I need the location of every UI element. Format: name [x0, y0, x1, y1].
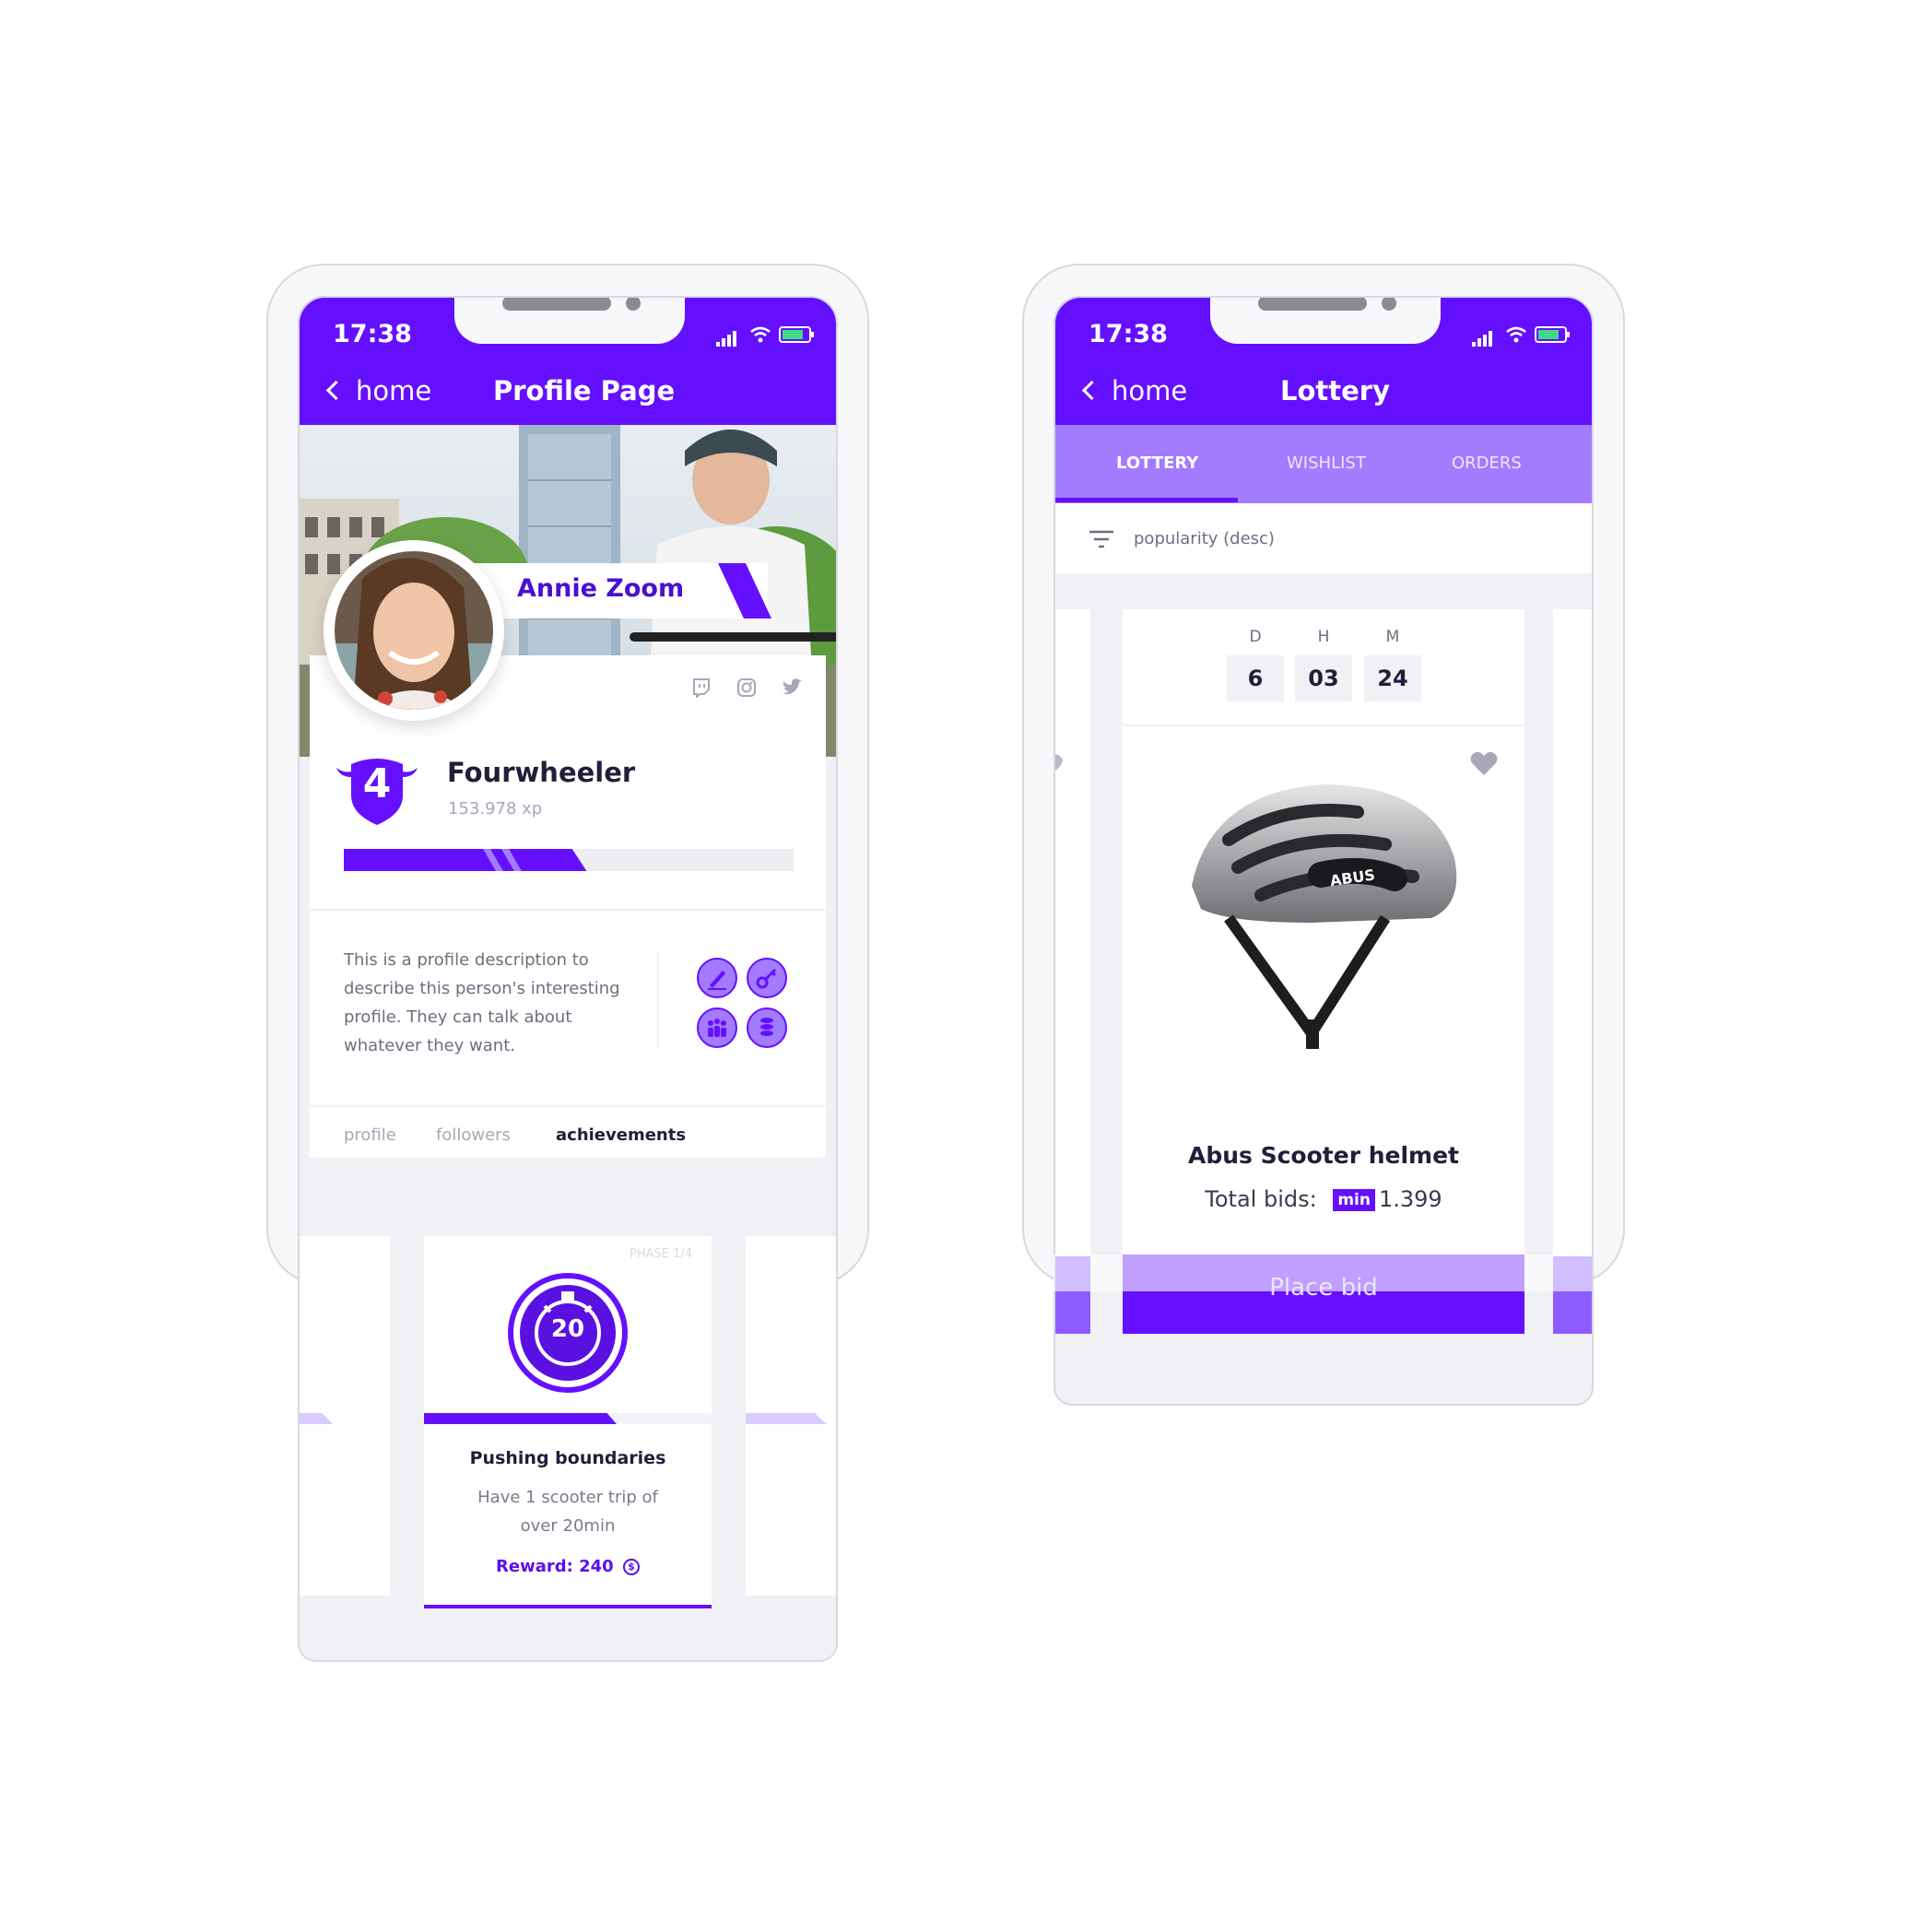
back-button[interactable]: home	[1081, 375, 1188, 406]
status-time: 17:38	[1089, 320, 1168, 348]
tab-followers[interactable]: followers	[436, 1125, 511, 1145]
coins-badge-icon[interactable]	[747, 1007, 787, 1048]
countdown-days: 6	[1227, 655, 1284, 701]
achievement-desc: Have 1 scooter trip of over 20min	[477, 1488, 658, 1536]
page-title: Lottery	[1280, 375, 1391, 406]
page-title: Profile Page	[493, 375, 676, 406]
heart-icon[interactable]	[1470, 751, 1498, 777]
countdown-m-label: M	[1385, 628, 1400, 646]
wifi-icon	[750, 326, 771, 343]
bids-value: 1.399	[1378, 1186, 1442, 1212]
achievement-progress-track	[424, 1413, 712, 1424]
divider	[310, 1105, 826, 1107]
coin-icon: $	[622, 1559, 640, 1575]
phase-label: PHASE 1/4	[630, 1247, 693, 1261]
countdown-d-label: D	[1249, 628, 1262, 646]
signal-icon	[1472, 329, 1494, 347]
lottery-screen: 17:38 home Lottery LOTTERY WISHLIST ORDE…	[1054, 296, 1592, 1404]
xp-value: 153.978 xp	[448, 799, 543, 819]
tab-orders[interactable]: ORDERS	[1452, 454, 1522, 473]
battery-icon	[779, 326, 814, 343]
key-badge-icon[interactable]	[747, 958, 787, 998]
filter-icon[interactable]	[1089, 529, 1114, 551]
tab-profile[interactable]: profile	[344, 1125, 396, 1145]
bids-label: Total bids:	[1205, 1186, 1317, 1212]
achievement-title: Pushing boundaries	[469, 1448, 666, 1468]
reward-label: Reward: 240	[496, 1557, 614, 1576]
level-number: 4	[362, 760, 392, 807]
product-card-left	[1054, 609, 1090, 1310]
twitch-icon[interactable]	[691, 677, 712, 698]
user-name: Annie Zoom	[517, 574, 685, 603]
side-bid-left	[1054, 1256, 1090, 1334]
min-badge: min	[1333, 1189, 1375, 1211]
countdown-minutes: 24	[1364, 655, 1421, 701]
back-button[interactable]: home	[325, 375, 432, 406]
status-icons	[716, 325, 818, 348]
bids-row: Total bids: min 1.399	[1123, 1186, 1524, 1213]
status-time: 17:38	[333, 320, 412, 348]
place-bid-label[interactable]: Place bid	[1123, 1274, 1524, 1302]
group-badge-icon[interactable]	[697, 1007, 737, 1048]
pen-badge-icon[interactable]	[697, 958, 737, 998]
badge-grid	[697, 958, 789, 1050]
status-icons	[1472, 325, 1573, 348]
tab-wishlist[interactable]: WISHLIST	[1287, 454, 1366, 473]
profile-screen: 17:38 home Profile Page Annie Zoom 4 Fou…	[298, 296, 836, 1660]
back-label: home	[1112, 375, 1188, 406]
xp-progress-fill	[344, 849, 587, 871]
wifi-icon	[1506, 326, 1526, 343]
back-label: home	[356, 375, 432, 406]
xp-progress-track	[344, 849, 794, 871]
tab-achievements[interactable]: achievements	[556, 1125, 686, 1145]
speaker	[502, 296, 611, 311]
camera	[626, 296, 641, 311]
side-progress-right	[746, 1413, 827, 1424]
vertical-divider	[657, 952, 659, 1048]
timer-value: 20	[550, 1315, 585, 1343]
avatar[interactable]	[324, 540, 504, 721]
achievement-reward: Reward: 240 $	[424, 1557, 712, 1577]
divider	[310, 909, 826, 911]
twitter-icon[interactable]	[781, 677, 803, 698]
helmet-image: ABUS	[1192, 784, 1457, 1049]
chevron-left-icon	[1081, 380, 1102, 401]
product-name: Abus Scooter helmet	[1187, 1142, 1460, 1169]
tab-underline	[1054, 498, 1238, 502]
instagram-icon[interactable]	[736, 677, 757, 698]
battery-icon	[1535, 326, 1570, 343]
product-card-right	[1553, 609, 1592, 1310]
countdown-h-label: H	[1317, 628, 1330, 646]
speaker	[1258, 296, 1367, 311]
countdown-hours: 03	[1295, 655, 1352, 701]
level-title: Fourwheeler	[447, 757, 636, 788]
profile-card	[310, 655, 826, 1158]
divider	[1123, 724, 1524, 726]
tab-lottery[interactable]: LOTTERY	[1116, 454, 1198, 473]
profile-description: This is a profile description to describ…	[344, 950, 620, 1055]
camera	[1382, 296, 1396, 311]
side-bid-right	[1553, 1256, 1592, 1334]
achievement-progress-fill	[424, 1413, 618, 1424]
signal-icon	[716, 329, 738, 347]
sort-label[interactable]: popularity (desc)	[1134, 529, 1275, 548]
heart-icon[interactable]	[1054, 752, 1072, 776]
chevron-left-icon	[325, 380, 347, 401]
